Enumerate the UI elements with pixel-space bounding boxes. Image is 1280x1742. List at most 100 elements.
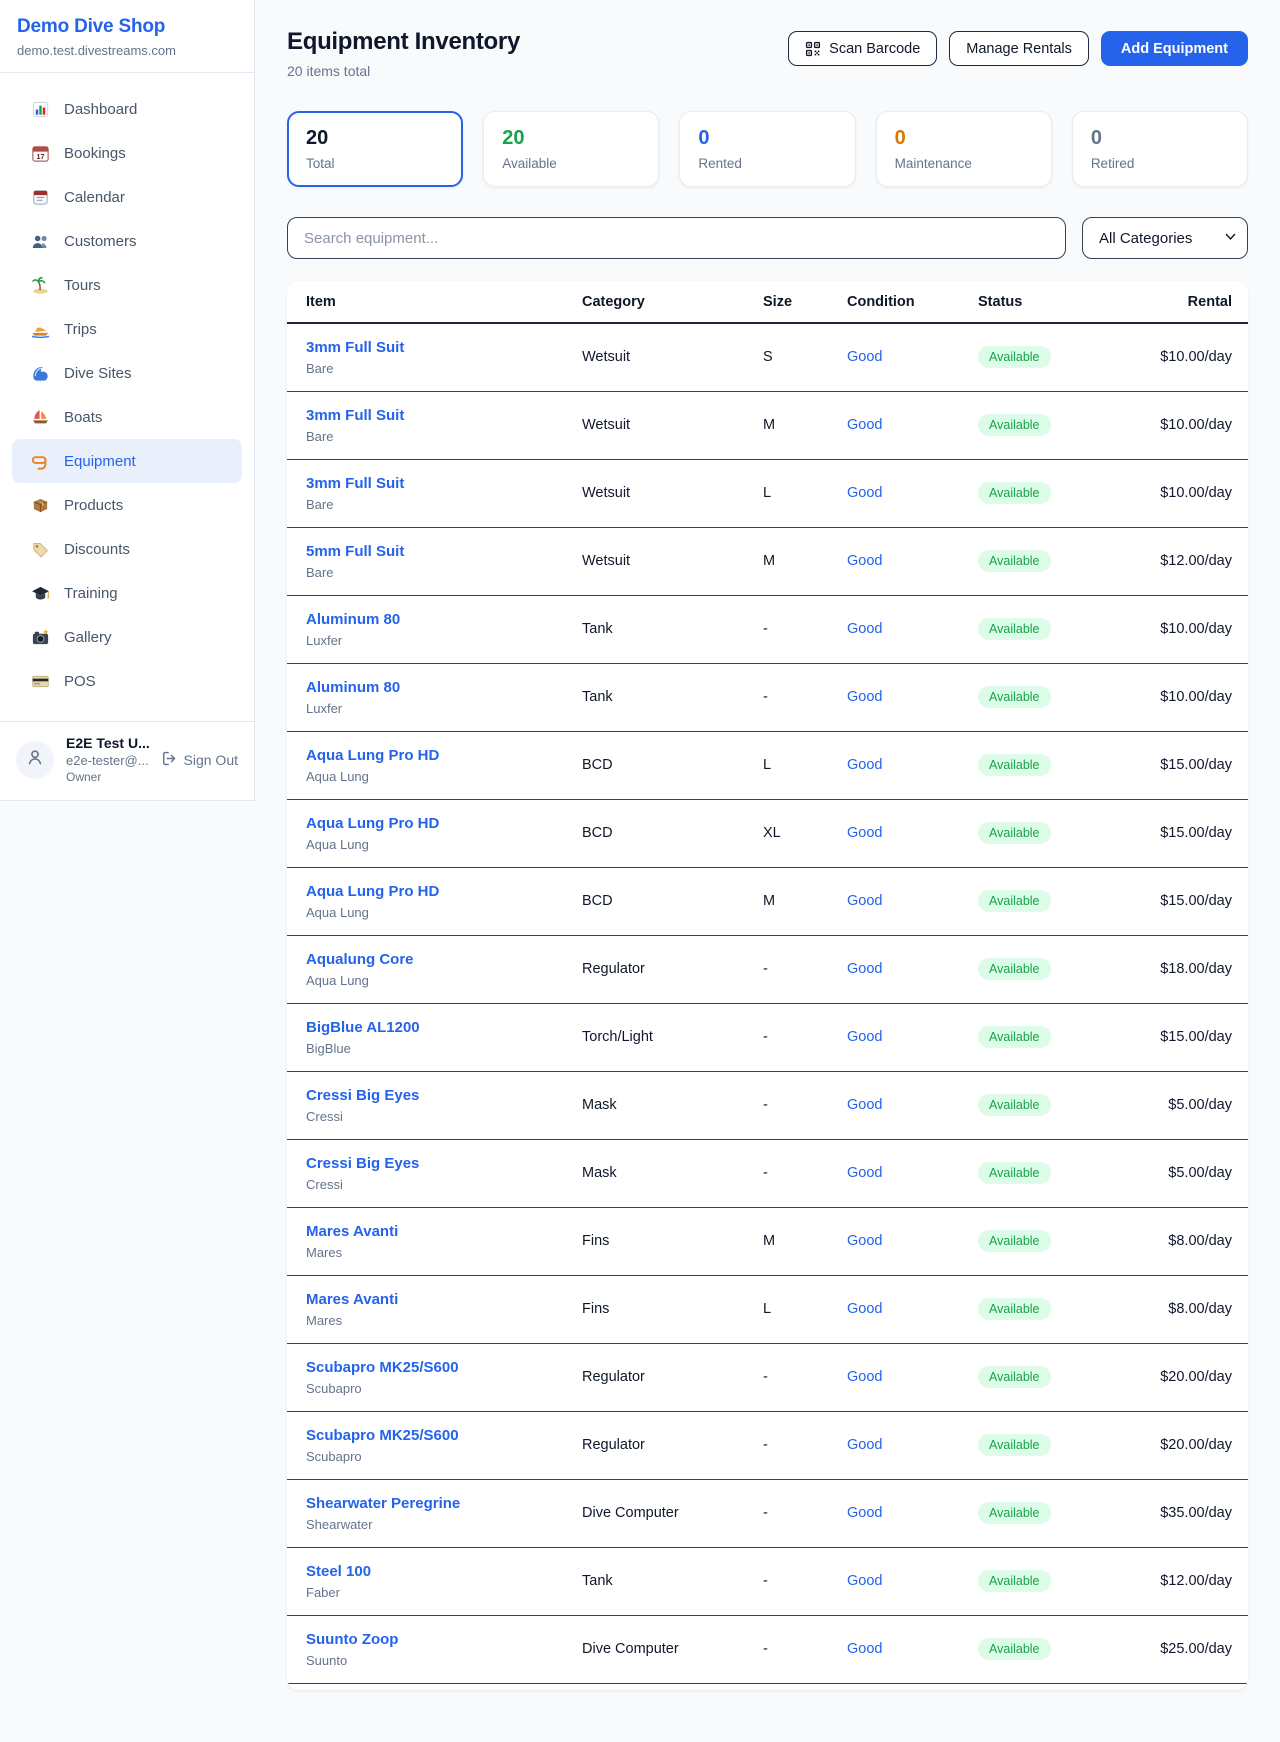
item-name-link[interactable]: 3mm Full Suit [306, 475, 404, 492]
item-brand: Mares [306, 1313, 582, 1328]
item-name-link[interactable]: Scubapro MK25/S600 [306, 1427, 459, 1444]
condition-link[interactable]: Good [847, 1505, 882, 1521]
item-name-link[interactable]: Mares Avanti [306, 1223, 398, 1240]
table-body: 3mm Full Suit Bare Wetsuit S Good Availa… [287, 324, 1248, 1684]
size-cell: - [763, 621, 847, 637]
condition-link[interactable]: Good [847, 417, 882, 433]
table-row: Scubapro MK25/S600 Scubapro Regulator - … [287, 1344, 1248, 1412]
status-cell: Available [978, 754, 1120, 776]
item-name-link[interactable]: Aluminum 80 [306, 679, 400, 696]
condition-link[interactable]: Good [847, 1573, 882, 1589]
search-input[interactable] [287, 217, 1066, 259]
item-cell: 3mm Full Suit Bare [306, 407, 582, 444]
item-name-link[interactable]: Aluminum 80 [306, 611, 400, 628]
condition-link[interactable]: Good [847, 349, 882, 365]
category-cell: Mask [582, 1165, 763, 1181]
sidebar-item-calendar[interactable]: Calendar [12, 175, 242, 219]
condition-link[interactable]: Good [847, 1165, 882, 1181]
item-name-link[interactable]: Steel 100 [306, 1563, 371, 1580]
condition-link[interactable]: Good [847, 1097, 882, 1113]
item-name-link[interactable]: Aqua Lung Pro HD [306, 883, 439, 900]
sidebar-item-bookings[interactable]: 17 Bookings [12, 131, 242, 175]
stat-card-maintenance[interactable]: 0 Maintenance [876, 111, 1052, 187]
size-cell: L [763, 1301, 847, 1317]
table-header-row: Item Category Size Condition Status Rent… [287, 281, 1248, 324]
condition-link[interactable]: Good [847, 757, 882, 773]
sidebar-item-products[interactable]: Products [12, 483, 242, 527]
sidebar-item-pos[interactable]: POS [12, 659, 242, 703]
condition-link[interactable]: Good [847, 893, 882, 909]
sidebar-item-boats[interactable]: Boats [12, 395, 242, 439]
stat-card-total[interactable]: 20 Total [287, 111, 463, 187]
status-badge: Available [978, 346, 1051, 368]
sidebar-item-label: Tours [64, 277, 101, 294]
stat-label: Available [502, 156, 640, 171]
condition-link[interactable]: Good [847, 1437, 882, 1453]
stat-card-available[interactable]: 20 Available [483, 111, 659, 187]
sidebar-item-dive-sites[interactable]: Dive Sites [12, 351, 242, 395]
item-brand: Cressi [306, 1109, 582, 1124]
item-brand: Bare [306, 361, 582, 376]
stat-value: 20 [502, 127, 640, 150]
table-row: Steel 100 Faber Tank - Good Available $1… [287, 1548, 1248, 1616]
item-name-link[interactable]: 3mm Full Suit [306, 339, 404, 356]
condition-link[interactable]: Good [847, 553, 882, 569]
item-name-link[interactable]: Cressi Big Eyes [306, 1087, 419, 1104]
manage-rentals-button[interactable]: Manage Rentals [949, 31, 1089, 66]
item-name-link[interactable]: Scubapro MK25/S600 [306, 1359, 459, 1376]
condition-link[interactable]: Good [847, 825, 882, 841]
condition-link[interactable]: Good [847, 1369, 882, 1385]
item-brand: Bare [306, 429, 582, 444]
item-name-link[interactable]: Aqua Lung Pro HD [306, 815, 439, 832]
table-row: Mares Avanti Mares Fins L Good Available… [287, 1276, 1248, 1344]
condition-link[interactable]: Good [847, 1301, 882, 1317]
item-cell: Aqua Lung Pro HD Aqua Lung [306, 747, 582, 784]
stat-card-rented[interactable]: 0 Rented [679, 111, 855, 187]
condition-link[interactable]: Good [847, 621, 882, 637]
sign-out-button[interactable]: Sign Out [161, 750, 238, 770]
condition-cell: Good [847, 416, 978, 434]
item-brand: Cressi [306, 1177, 582, 1192]
sidebar-item-customers[interactable]: Customers [12, 219, 242, 263]
sidebar-item-equipment[interactable]: Equipment [12, 439, 242, 483]
sidebar-item-training[interactable]: Training [12, 571, 242, 615]
column-header-category: Category [582, 294, 763, 310]
condition-link[interactable]: Good [847, 1641, 882, 1657]
add-equipment-button[interactable]: Add Equipment [1101, 31, 1248, 66]
status-cell: Available [978, 1230, 1120, 1252]
status-cell: Available [978, 1094, 1120, 1116]
condition-link[interactable]: Good [847, 485, 882, 501]
condition-cell: Good [847, 620, 978, 638]
sidebar-item-discounts[interactable]: Discounts [12, 527, 242, 571]
item-name-link[interactable]: Mares Avanti [306, 1291, 398, 1308]
stat-card-retired[interactable]: 0 Retired [1072, 111, 1248, 187]
condition-link[interactable]: Good [847, 1029, 882, 1045]
sidebar-item-dashboard[interactable]: Dashboard [12, 87, 242, 131]
category-select[interactable]: All Categories [1082, 217, 1248, 259]
item-name-link[interactable]: 5mm Full Suit [306, 543, 404, 560]
table-row: Aluminum 80 Luxfer Tank - Good Available… [287, 596, 1248, 664]
sidebar-item-tours[interactable]: Tours [12, 263, 242, 307]
item-name-link[interactable]: Shearwater Peregrine [306, 1495, 460, 1512]
category-cell: Tank [582, 621, 763, 637]
column-header-condition: Condition [847, 294, 978, 310]
category-cell: BCD [582, 825, 763, 841]
scan-barcode-button[interactable]: Scan Barcode [788, 31, 937, 66]
wave-icon [30, 363, 50, 383]
item-name-link[interactable]: Suunto Zoop [306, 1631, 398, 1648]
item-name-link[interactable]: Cressi Big Eyes [306, 1155, 419, 1172]
condition-link[interactable]: Good [847, 1233, 882, 1249]
brand-name: Demo Dive Shop [17, 16, 237, 38]
condition-link[interactable]: Good [847, 689, 882, 705]
sidebar-item-gallery[interactable]: Gallery [12, 615, 242, 659]
item-name-link[interactable]: Aqualung Core [306, 951, 414, 968]
manage-rentals-label: Manage Rentals [966, 41, 1072, 57]
rental-price: $5.00/day [1120, 1165, 1232, 1181]
stat-value: 0 [698, 127, 836, 150]
item-name-link[interactable]: 3mm Full Suit [306, 407, 404, 424]
condition-cell: Good [847, 756, 978, 774]
item-name-link[interactable]: BigBlue AL1200 [306, 1019, 420, 1036]
condition-link[interactable]: Good [847, 961, 882, 977]
item-name-link[interactable]: Aqua Lung Pro HD [306, 747, 439, 764]
sidebar-item-trips[interactable]: Trips [12, 307, 242, 351]
